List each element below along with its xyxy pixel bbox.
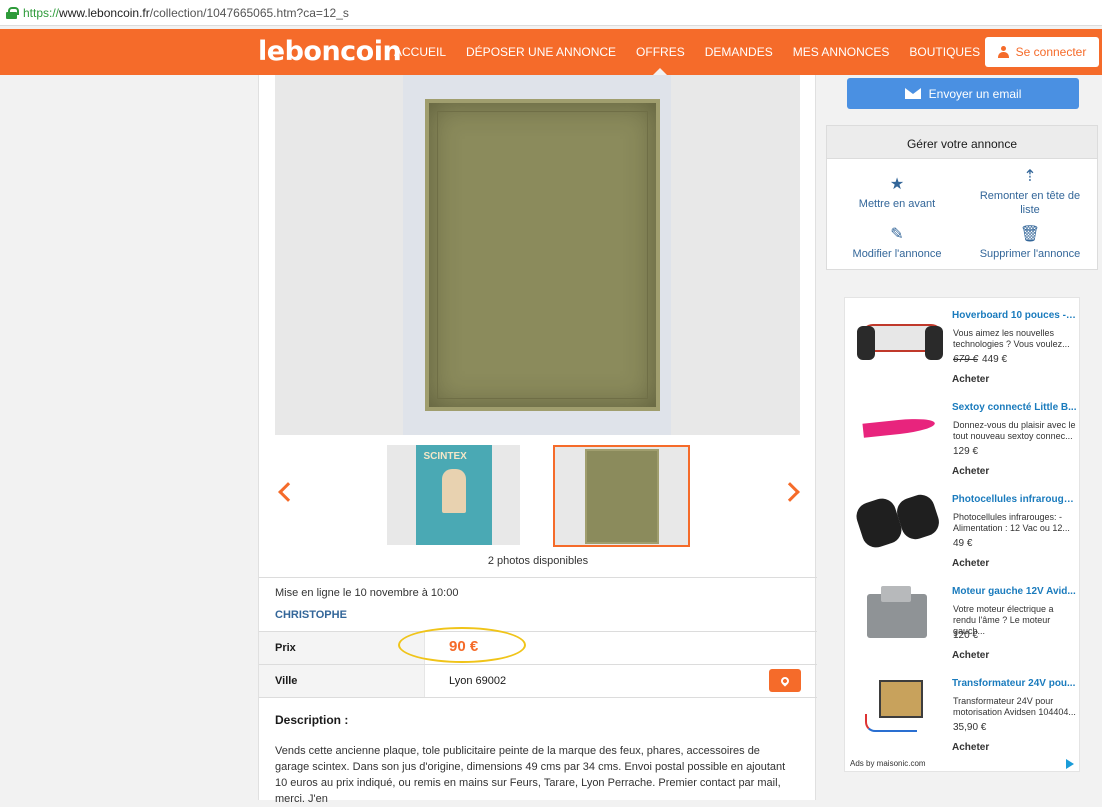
main-photo[interactable] [275,75,800,435]
divider [259,577,817,578]
ad-title[interactable]: Hoverboard 10 pouces - ... [952,310,1077,321]
ad-title[interactable]: Transformateur 24V pou... [952,678,1077,689]
photos-count: 2 photos disponibles [487,555,589,567]
ad-item[interactable]: Hoverboard 10 pouces - ... Vous aimez le… [845,302,1081,394]
ad-price: 35,90 € [953,722,987,733]
ad-price: 679 €449 € [953,354,1007,365]
edit-ad-action[interactable]: ✎ Modifier l'annonce [837,226,957,261]
edit-ad-label: Modifier l'annonce [852,248,942,260]
city-row: Ville Lyon 69002 [259,665,817,697]
ad-description: Photocellules infrarouges: - Alimentatio… [953,512,1070,533]
toy-image [853,398,945,460]
manage-ad-title: Gérer votre annonce [827,126,1097,159]
city-value: Lyon 69002 [449,675,507,687]
plaque-image [425,99,660,411]
ad-price: 49 € [953,538,973,549]
lock-icon [6,7,19,19]
ads-provider[interactable]: Ads by maisonic.com [850,759,926,768]
ad-description: Donnez-vous du plaisir avec le tout nouv… [953,420,1076,441]
ad-title[interactable]: Photocellules infrarouge... [952,494,1077,505]
plaque-thumbnail-image [584,448,659,544]
prev-photo-arrow-icon[interactable] [278,482,298,502]
hoverboard-image [853,306,945,368]
nav-home[interactable]: ACCUEIL [394,45,446,59]
nav-post-ad[interactable]: DÉPOSER UNE ANNONCE [466,45,616,59]
delete-ad-action[interactable]: 🗑 Supprimer l'annonce [970,226,1090,261]
divider [259,697,817,698]
map-pin-icon [779,674,791,687]
nav-requests[interactable]: DEMANDES [705,45,773,59]
delete-ad-label: Supprimer l'annonce [979,248,1081,260]
manage-ad-panel: Gérer votre annonce ★ Mettre en avant ⇡ … [826,125,1098,270]
envelope-icon [904,88,921,99]
poster-thumbnail-image [415,445,492,545]
thumbnail-1[interactable] [387,445,520,545]
ad-price: 129 € [953,446,979,457]
user-icon [997,46,1009,58]
feature-ad-label: Mettre en avant [858,198,936,210]
nav-offers[interactable]: OFFRES [636,45,685,75]
ad-buy-link[interactable]: Acheter [952,466,989,477]
ad-buy-link[interactable]: Acheter [952,374,989,385]
nav-shops[interactable]: BOUTIQUES [909,45,980,59]
send-email-button[interactable]: Envoyer un email [847,78,1079,109]
photocell-image [853,490,945,552]
feature-ad-action[interactable]: ★ Mettre en avant [837,176,957,211]
ad-item[interactable]: Transformateur 24V pou... Transformateur… [845,670,1081,762]
price-highlight-circle [398,627,526,663]
ad-price: 120 € [953,630,979,641]
nav-my-ads[interactable]: MES ANNONCES [793,45,890,59]
price-row: Prix 90 € [259,632,817,664]
thumbnail-2-selected[interactable] [553,445,690,547]
trash-icon: 🗑 [1019,226,1041,243]
ad-buy-link[interactable]: Acheter [952,650,989,661]
ad-title[interactable]: Moteur gauche 12V Avid... [952,586,1077,597]
ad-item[interactable]: Sextoy connecté Little B... Donnez-vous … [845,394,1081,486]
listing-card: 2 photos disponibles Mise en ligne le 10… [258,75,817,805]
sort-up-icon: ⇡ [1023,168,1037,185]
pencil-icon: ✎ [890,226,904,243]
url-scheme: https:// [23,5,60,20]
ad-old-price: 679 € [953,354,979,365]
site-logo[interactable]: leboncoin [258,36,402,67]
address-bar[interactable]: https:// www.leboncoin.fr /collection/10… [0,0,1102,26]
city-value-cell: Lyon 69002 [425,665,817,697]
site-header: leboncoin ACCUEIL DÉPOSER UNE ANNONCE OF… [0,29,1102,75]
ad-title[interactable]: Sextoy connecté Little B... [952,402,1077,413]
transformer-image [853,674,945,736]
star-icon: ★ [889,176,905,193]
url-host: www.leboncoin.fr [59,5,150,20]
bump-ad-label: Remonter en tête de liste [979,190,1081,216]
ad-buy-link[interactable]: Acheter [952,742,989,753]
ad-description: Transformateur 24V pour motorisation Avi… [953,696,1076,717]
description-title: Description : [275,713,349,727]
city-label: Ville [259,665,425,697]
ad-item[interactable]: Photocellules infrarouge... Photocellule… [845,486,1081,578]
motor-image [853,582,945,644]
ad-buy-link[interactable]: Acheter [952,558,989,569]
login-label: Se connecter [1015,45,1087,59]
send-email-label: Envoyer un email [928,86,1022,101]
ad-item[interactable]: Moteur gauche 12V Avid... Votre moteur é… [845,578,1081,670]
ad-choices-icon[interactable] [1066,759,1074,769]
url-path: /collection/1047665065.htm?ca=12_s [149,5,349,20]
login-button[interactable]: Se connecter [985,37,1099,67]
map-button[interactable] [769,669,801,692]
ad-description: Vous aimez les nouvelles technologies ? … [953,328,1070,349]
next-photo-arrow-icon[interactable] [780,482,800,502]
main-nav: ACCUEIL DÉPOSER UNE ANNONCE OFFRES DEMAN… [394,29,1000,75]
description-text: Vends cette ancienne plaque, tole public… [275,745,786,805]
ad-current-price: 449 € [982,354,1008,365]
posted-date: Mise en ligne le 10 novembre à 10:00 [275,587,459,599]
seller-name[interactable]: CHRISTOPHE [275,609,347,621]
bump-ad-action[interactable]: ⇡ Remonter en tête de liste [970,168,1090,217]
sponsored-ads: Hoverboard 10 pouces - ... Vous aimez le… [844,297,1080,772]
